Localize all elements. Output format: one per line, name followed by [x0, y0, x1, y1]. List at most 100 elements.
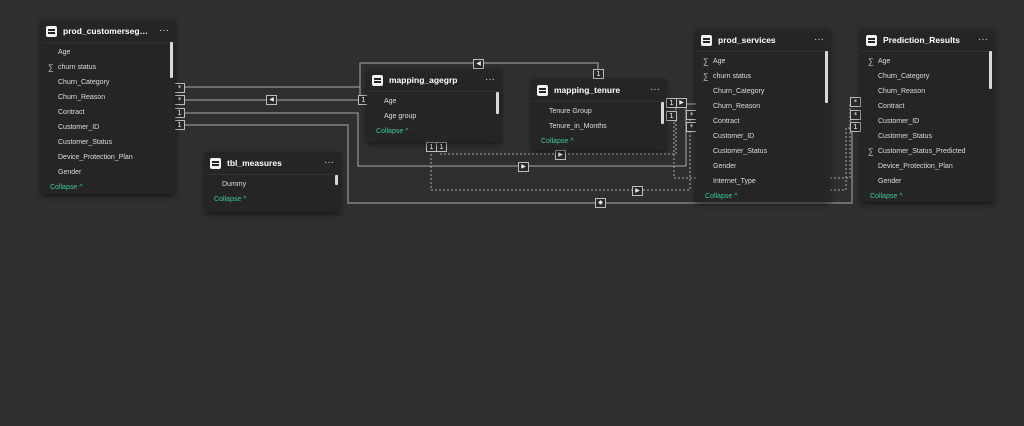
field-row[interactable]: Gender [861, 174, 994, 189]
table-card-prod-customersegment[interactable]: prod_customersegment... ··· Age ∑ churn st… [41, 20, 175, 194]
field-name: Age [878, 58, 891, 65]
scrollbar[interactable] [335, 175, 338, 185]
table-card-header[interactable]: mapping_agegrp ··· [367, 69, 501, 92]
table-card-mapping-tenure[interactable]: mapping_tenure ··· Tenure Group Tenure_in… [532, 79, 666, 150]
field-row[interactable]: ∑ Age [696, 54, 830, 69]
field-name: Gender [713, 163, 737, 170]
collapse-button[interactable]: Collapse ^ [696, 189, 830, 202]
cardinality-one-marker: 1 [436, 142, 447, 152]
field-row[interactable]: Customer_Status [696, 144, 830, 159]
table-card-prod-services[interactable]: prod_services ··· ∑ Age ∑ churn status Churn… [696, 29, 830, 202]
collapse-button[interactable]: Collapse ^ [205, 192, 340, 206]
collapse-label: Collapse [541, 137, 569, 145]
more-options-icon[interactable]: ··· [978, 35, 988, 45]
collapse-button[interactable]: Collapse ^ [367, 124, 501, 138]
field-list[interactable]: Dummy [205, 175, 340, 192]
table-card-header[interactable]: prod_services ··· [696, 29, 830, 52]
field-name: Device_Protection_Plan [878, 163, 953, 170]
field-name: Customer_Status_Predicted [878, 148, 966, 155]
sigma-icon: ∑ [703, 72, 709, 81]
field-row[interactable]: Contract [41, 105, 175, 120]
table-card-header[interactable]: mapping_tenure ··· [532, 79, 666, 102]
collapse-label: Collapse [705, 192, 733, 200]
table-icon [701, 34, 712, 46]
more-options-icon[interactable]: ··· [650, 85, 660, 95]
field-row[interactable]: Churn_Category [696, 84, 830, 99]
field-row[interactable]: Churn_Category [861, 69, 994, 84]
more-options-icon[interactable]: ··· [324, 158, 334, 168]
field-list[interactable]: Age ∑ churn status Churn_Category Churn_Reas… [41, 43, 175, 180]
field-row[interactable]: Customer_ID [696, 129, 830, 144]
field-row[interactable]: Tenure_in_Months [532, 119, 666, 134]
table-card-header[interactable]: tbl_measures ··· [205, 152, 340, 175]
table-title: tbl_measures [227, 158, 282, 168]
model-canvas[interactable]: * * 1 1 1 1 1 1 1 1 * * * * 1 ◀ ◀ ▶ ▶ ▶ … [0, 0, 1024, 426]
table-card-prediction-results[interactable]: Prediction_Results ··· ∑ Age Churn_Categor… [861, 29, 994, 202]
cardinality-one-marker: 1 [174, 108, 185, 118]
scrollbar[interactable] [825, 51, 828, 103]
table-card-header[interactable]: Prediction_Results ··· [861, 29, 994, 52]
more-options-icon[interactable]: ··· [159, 26, 169, 36]
field-name: Age [58, 49, 71, 56]
field-row[interactable]: Customer_ID [41, 120, 175, 135]
field-name: Dummy [222, 181, 247, 188]
cardinality-many-marker: * [174, 95, 185, 105]
field-list[interactable]: Tenure Group Tenure_in_Months [532, 102, 666, 134]
field-row[interactable]: Tenure Group [532, 104, 666, 119]
field-row[interactable]: ∑ Customer_Status_Predicted [861, 144, 994, 159]
filter-direction-right-icon[interactable]: ▶ [632, 186, 643, 196]
field-name: Age group [384, 113, 417, 120]
field-row[interactable]: ∑ churn status [41, 60, 175, 75]
field-row[interactable]: Contract [696, 114, 830, 129]
scrollbar[interactable] [989, 51, 992, 89]
filter-direction-right-icon[interactable]: ▶ [555, 150, 566, 160]
field-row[interactable]: Customer_Status [861, 129, 994, 144]
scrollbar[interactable] [170, 42, 173, 78]
table-title: mapping_tenure [554, 85, 621, 95]
field-name: Device_Protection_Plan [58, 154, 133, 161]
field-row[interactable]: Age group [367, 109, 501, 124]
filter-direction-right-icon[interactable]: ▶ [676, 98, 687, 108]
table-card-tbl-measures[interactable]: tbl_measures ··· Dummy Collapse ^ [205, 152, 340, 212]
field-name: Age [384, 98, 397, 105]
field-list[interactable]: ∑ Age Churn_Category Churn_Reason Contract Cu… [861, 52, 994, 189]
sigma-icon: ∑ [48, 63, 54, 72]
field-list[interactable]: ∑ Age ∑ churn status Churn_Category Churn_Rea… [696, 52, 830, 189]
field-row[interactable]: Churn_Reason [41, 90, 175, 105]
filter-direction-left-icon[interactable]: ◀ [266, 95, 277, 105]
field-name: Tenure_in_Months [549, 123, 607, 130]
filter-direction-left-icon[interactable]: ◀ [473, 59, 484, 69]
field-row[interactable]: Customer_ID [861, 114, 994, 129]
filter-direction-right-icon[interactable]: ▶ [518, 162, 529, 172]
field-name: Contract [58, 109, 85, 116]
field-row[interactable]: Churn_Category [41, 75, 175, 90]
scrollbar[interactable] [496, 92, 499, 114]
field-row[interactable]: ∑ churn status [696, 69, 830, 84]
field-row[interactable]: Internet_Type [696, 174, 830, 189]
collapse-button[interactable]: Collapse ^ [861, 189, 994, 202]
field-row[interactable]: Gender [696, 159, 830, 174]
field-row[interactable]: Gender [41, 165, 175, 180]
field-row[interactable]: Contract [861, 99, 994, 114]
field-row[interactable]: Device_Protection_Plan [41, 150, 175, 165]
collapse-button[interactable]: Collapse ^ [41, 180, 175, 194]
collapse-button[interactable]: Collapse ^ [532, 134, 666, 148]
field-row[interactable]: ∑ Age [861, 54, 994, 69]
more-options-icon[interactable]: ··· [814, 35, 824, 45]
field-name: Gender [878, 178, 902, 185]
scrollbar[interactable] [661, 102, 664, 124]
field-list[interactable]: Age Age group [367, 92, 501, 124]
field-row[interactable]: Dummy [205, 177, 340, 192]
table-card-mapping-agegrp[interactable]: mapping_agegrp ··· Age Age group Collapse… [367, 69, 501, 142]
field-row[interactable]: Age [367, 94, 501, 109]
field-row[interactable]: Churn_Reason [696, 99, 830, 114]
chevron-up-icon: ^ [734, 192, 738, 200]
more-options-icon[interactable]: ··· [485, 75, 495, 85]
field-row[interactable]: Churn_Reason [861, 84, 994, 99]
filter-direction-both-icon[interactable]: ◆ [595, 198, 606, 208]
table-card-header[interactable]: prod_customersegment... ··· [41, 20, 175, 43]
field-row[interactable]: Age [41, 45, 175, 60]
field-row[interactable]: Customer_Status [41, 135, 175, 150]
sigma-icon: ∑ [868, 57, 874, 66]
field-row[interactable]: Device_Protection_Plan [861, 159, 994, 174]
